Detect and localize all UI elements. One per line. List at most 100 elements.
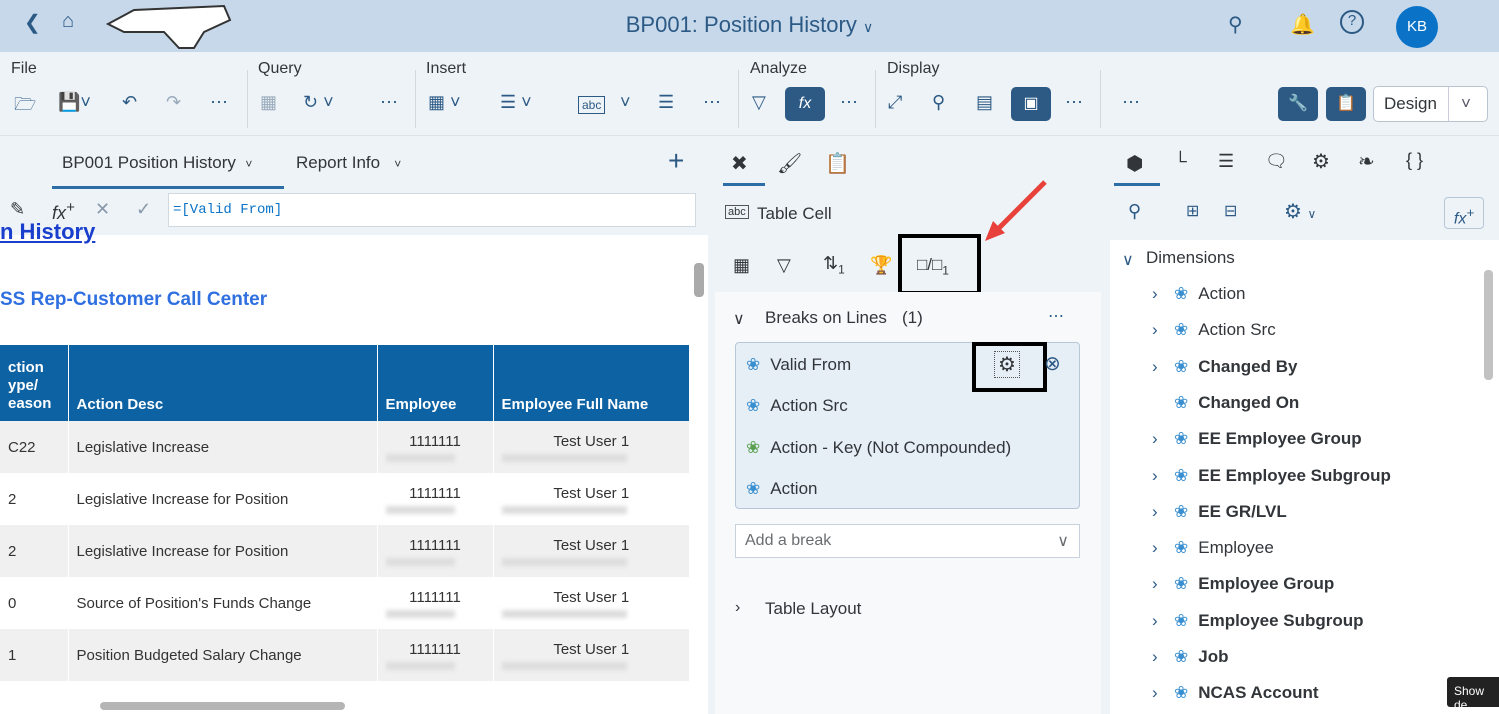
save-icon[interactable]: 💾˅	[58, 92, 91, 113]
formula-input[interactable]: =[Valid From]	[168, 193, 696, 227]
sort-icon[interactable]: ⇅1	[823, 253, 845, 277]
dimension-item[interactable]: › ❀ NCAS Account	[1152, 683, 1319, 703]
refresh-icon[interactable]: ↻ ˅	[303, 92, 334, 113]
table-cell[interactable]: Test User 1	[493, 525, 690, 577]
dimension-item[interactable]: ❀ Changed On	[1160, 393, 1299, 413]
cancel-icon[interactable]: ✕	[95, 199, 110, 220]
table-cell[interactable]: Legislative Increase	[68, 421, 378, 473]
search-icon[interactable]: ⚲	[1228, 12, 1243, 37]
format-tab-icon[interactable]: 🖌	[777, 151, 802, 176]
query-settings-icon[interactable]: ▦	[260, 92, 277, 113]
table-cell[interactable]: Position Budgeted Salary Change	[68, 629, 378, 681]
more-icon[interactable]: ⋯	[1065, 92, 1083, 113]
table-cell[interactable]: 1111111	[377, 421, 494, 473]
dimension-item[interactable]: › ❀ Action Src	[1152, 320, 1276, 340]
gear-icon[interactable]: ⚙	[994, 351, 1020, 378]
table-cell[interactable]: 2	[0, 473, 69, 525]
add-tab-icon[interactable]: +	[668, 145, 684, 177]
column-header[interactable]: Employee	[377, 345, 494, 421]
break-item[interactable]: ❀ Valid From	[746, 355, 851, 375]
more-icon[interactable]: ⋯	[1048, 306, 1064, 326]
help-icon[interactable]: ?	[1340, 10, 1364, 34]
vertical-scrollbar[interactable]	[1484, 270, 1493, 380]
ranking-icon[interactable]: 🏆	[870, 255, 892, 276]
undo-icon[interactable]: ↶	[122, 92, 137, 113]
mode-select[interactable]: Design ˅	[1373, 86, 1488, 122]
table-layout-section[interactable]: Table Layout	[765, 599, 861, 619]
table-cell[interactable]: 2	[0, 525, 69, 577]
dimension-item[interactable]: › ❀ Action	[1152, 284, 1246, 304]
new-variable-button[interactable]: fx+	[1444, 197, 1484, 229]
expand-icon[interactable]: ›	[1152, 320, 1158, 340]
more-icon[interactable]: ⋯	[380, 92, 398, 113]
column-header[interactable]: Action Desc	[68, 345, 378, 421]
expand-icon[interactable]: ›	[1152, 683, 1158, 703]
table-cell[interactable]: 1	[0, 629, 69, 681]
share-tab-icon[interactable]: ❧	[1358, 149, 1375, 174]
horizontal-scrollbar[interactable]	[100, 702, 345, 710]
formula-button[interactable]: fx	[785, 87, 825, 121]
tab-position-history[interactable]: BP001 Position History ˅	[62, 153, 252, 173]
chevron-down-icon[interactable]: ˅	[620, 92, 631, 113]
expand-all-icon[interactable]: ⊞	[1186, 201, 1199, 221]
tools-tab-icon[interactable]: ✖	[731, 151, 748, 176]
dimension-item[interactable]: › ❀ EE Employee Subgroup	[1152, 466, 1391, 486]
settings-tab-icon[interactable]: ⚙	[1312, 149, 1330, 174]
break-item[interactable]: ❀ Action - Key (Not Compounded)	[746, 438, 1011, 458]
side-panel-button[interactable]: ▣	[1011, 87, 1051, 121]
layout-icon[interactable]: ▤	[976, 92, 993, 113]
table-cell[interactable]: 1111111	[377, 525, 494, 577]
text-cell-icon[interactable]: abc	[578, 96, 606, 114]
zoom-icon[interactable]: ⚲	[932, 92, 945, 113]
expand-icon[interactable]: ›	[1152, 284, 1158, 304]
table-cell[interactable]: Test User 1	[493, 577, 690, 629]
objects-tab-icon[interactable]: ⬢	[1126, 151, 1143, 176]
filter-icon[interactable]: ▽	[777, 255, 791, 276]
list-icon[interactable]: ☰	[658, 92, 674, 113]
expand-icon[interactable]: ›	[735, 599, 740, 617]
table-cell[interactable]: C22	[0, 421, 69, 473]
collapse-icon[interactable]: ∨	[733, 309, 745, 329]
dimension-item[interactable]: › ❀ EE Employee Group	[1152, 429, 1362, 449]
dimension-item[interactable]: › ❀ Changed By	[1152, 357, 1297, 377]
avatar[interactable]: KB	[1396, 6, 1438, 48]
remove-icon[interactable]: ⊗	[1044, 351, 1061, 376]
collapse-all-icon[interactable]: ⊟	[1224, 201, 1237, 221]
more-icon[interactable]: ⋯	[703, 92, 721, 113]
bell-icon[interactable]: 🔔	[1290, 12, 1315, 37]
table-cell[interactable]: Test User 1	[493, 421, 690, 473]
expand-icon[interactable]: ›	[1152, 466, 1158, 486]
table-cell[interactable]: Test User 1	[493, 629, 690, 681]
expand-icon[interactable]: ›	[1152, 502, 1158, 522]
dimension-item[interactable]: › ❀ EE GR/LVL	[1152, 502, 1287, 522]
table-icon[interactable]: ▦ ˅	[428, 92, 461, 113]
expand-icon[interactable]: ›	[1152, 357, 1158, 377]
table-cell[interactable]: 1111111	[377, 473, 494, 525]
table-cell[interactable]: Legislative Increase for Position	[68, 473, 378, 525]
expand-icon[interactable]: ›	[1152, 574, 1158, 594]
expand-icon[interactable]: ›	[1152, 538, 1158, 558]
expand-icon[interactable]: ›	[1152, 611, 1158, 631]
notes-tab-icon[interactable]: 📋	[825, 151, 850, 176]
table-cell[interactable]: Source of Position's Funds Change	[68, 577, 378, 629]
gear-icon[interactable]: ⚙ ∨	[1284, 199, 1316, 224]
table-cell[interactable]: 0	[0, 577, 69, 629]
pencil-icon[interactable]: ✎	[10, 199, 25, 220]
filter-icon[interactable]: ▽	[752, 92, 766, 113]
table-cell[interactable]: Test User 1	[493, 473, 690, 525]
column-header[interactable]: Employee Full Name	[493, 345, 690, 421]
dimension-item[interactable]: › ❀ Employee Subgroup	[1152, 611, 1364, 631]
dimension-item[interactable]: › ❀ Employee	[1152, 538, 1274, 558]
hierarchy-tab-icon[interactable]: └	[1174, 151, 1187, 172]
table-settings-icon[interactable]: ▦	[733, 255, 750, 276]
chart-icon[interactable]: ☰ ˅	[500, 92, 532, 113]
table-cell[interactable]: 1111111	[377, 577, 494, 629]
break-item[interactable]: ❀ Action Src	[746, 396, 848, 416]
search-icon[interactable]: ⚲	[1128, 201, 1141, 222]
dimension-item[interactable]: › ❀ Job	[1152, 647, 1228, 667]
break-item[interactable]: ❀ Action	[746, 479, 818, 499]
add-break-select[interactable]: Add a break ∨	[735, 524, 1080, 558]
braces-tab-icon[interactable]: { }	[1406, 150, 1423, 171]
vertical-scrollbar[interactable]	[694, 245, 704, 685]
more-icon[interactable]: ⋯	[1122, 92, 1140, 113]
